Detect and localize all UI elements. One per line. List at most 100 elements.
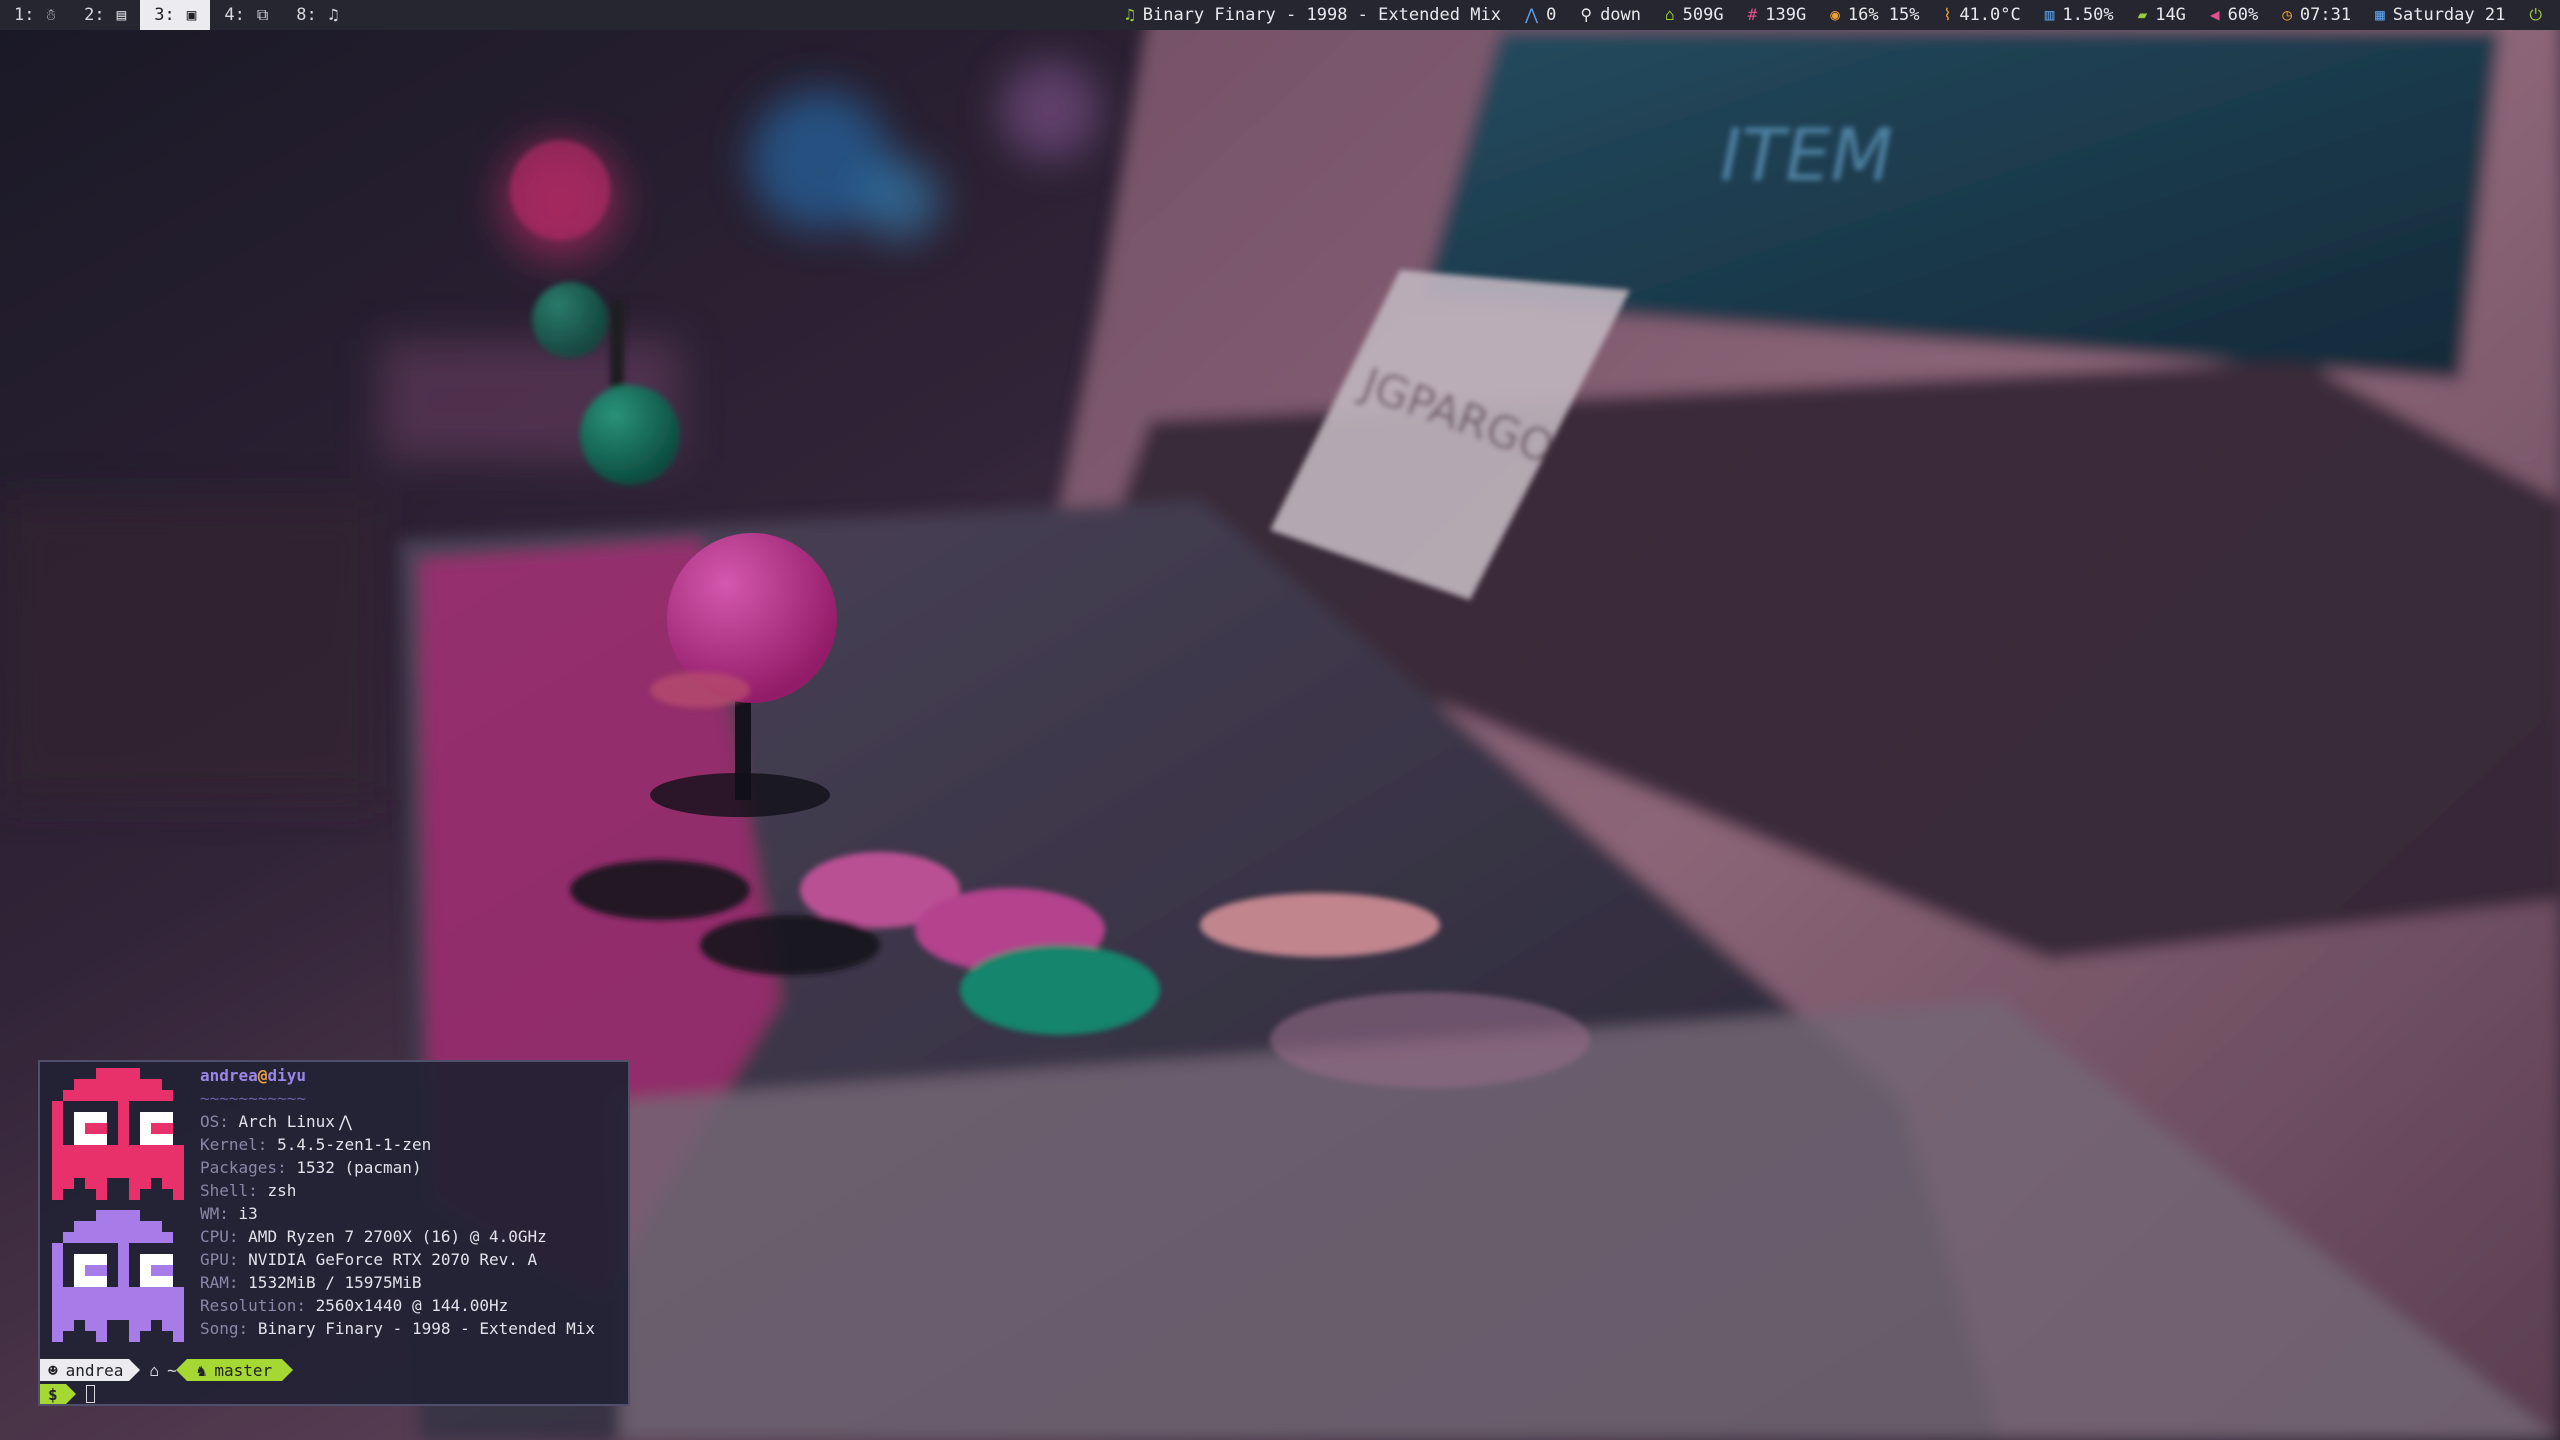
arch-icon: ⋀: [1524, 5, 1539, 24]
ghost-pixel: [52, 1167, 63, 1178]
disk-home-block[interactable]: # 139G: [1748, 0, 1807, 30]
info-cpu: CPU: AMD Ryzen 7 2700X (16) @ 4.0GHz: [200, 1225, 595, 1248]
date-block[interactable]: ▦ Saturday 21: [2375, 0, 2505, 30]
network-block[interactable]: ⚲ down: [1580, 0, 1641, 30]
ghost-pixel: [52, 1298, 63, 1309]
network-icon: ⚲: [1580, 5, 1593, 24]
clock-block[interactable]: ◷ 07:31: [2282, 0, 2351, 30]
username: andrea: [200, 1066, 258, 1085]
ghost-pixel: [52, 1243, 63, 1254]
ghost-ascii-logo: [52, 1068, 184, 1342]
workspace-number: 2:: [84, 5, 105, 25]
ghost-pixel: [151, 1254, 162, 1265]
ghost-pixel: [118, 1287, 129, 1298]
ghost-pixel: [140, 1320, 151, 1331]
ghost-pixel: [74, 1112, 85, 1123]
ghost-pixel: [85, 1276, 96, 1287]
ghost-pixel: [140, 1145, 151, 1156]
power-block[interactable]: ⏻: [2529, 0, 2550, 30]
ghost-pixel: [162, 1232, 173, 1243]
ghost-pixel: [107, 1210, 118, 1221]
ghost-pixel: [74, 1287, 85, 1298]
ghost-pixel: [52, 1265, 63, 1276]
ghost-pixel: [96, 1068, 107, 1079]
disk-home-free: 139G: [1765, 5, 1807, 25]
ghost-pixel: [140, 1167, 151, 1178]
ghost-pixel: [96, 1276, 107, 1287]
song-block[interactable]: ♫ Binary Finary - 1998 - Extended Mix: [1125, 0, 1501, 30]
workspace-8-button[interactable]: 8: ♫: [282, 0, 352, 30]
volume-block[interactable]: ◀ 60%: [2210, 0, 2258, 30]
volume-value: 60%: [2227, 5, 2259, 25]
ghost-pixel: [85, 1309, 96, 1320]
text-cursor: [85, 1385, 95, 1403]
ghost-pixel: [96, 1112, 107, 1123]
music-note-icon: ♫: [328, 5, 339, 24]
ghost-pixel: [173, 1309, 184, 1320]
memory-block[interactable]: ▰ 14G: [2138, 0, 2186, 30]
ghost-pixel: [52, 1309, 63, 1320]
ghost-pixel: [74, 1134, 85, 1145]
date-value: Saturday 21: [2392, 5, 2506, 25]
ghost-pixel: [173, 1156, 184, 1167]
workspace-number: 4:: [224, 5, 245, 25]
info-value: i3: [238, 1204, 258, 1223]
ghost-pixel: [173, 1145, 184, 1156]
cpu-usage: 16% 15%: [1847, 5, 1920, 25]
ghost-pixel: [129, 1189, 140, 1200]
ghost-pixel: [118, 1112, 129, 1123]
ghost-pixel: [140, 1276, 151, 1287]
ghost-pixel: [85, 1090, 96, 1101]
ghost-pixel: [151, 1112, 162, 1123]
info-key: OS:: [200, 1112, 229, 1131]
load-block[interactable]: ▥ 1.50%: [2045, 0, 2114, 30]
prompt-user-segment: ☻ andrea: [40, 1359, 141, 1381]
info-key: CPU:: [200, 1227, 239, 1246]
workspace-4-button[interactable]: 4: ⧉: [210, 0, 282, 30]
ghost-pixel: [96, 1145, 107, 1156]
ghost-pixel: [151, 1309, 162, 1320]
ghost-pixel: [151, 1287, 162, 1298]
ghost-pixel: [118, 1090, 129, 1101]
memory-icon: ▰: [2137, 5, 2148, 24]
ghost-pixel: [140, 1090, 151, 1101]
ghost-pixel: [85, 1265, 96, 1276]
ghost-pixel: [107, 1167, 118, 1178]
info-value: 1532MiB / 15975MiB: [248, 1273, 422, 1292]
ghost-pixel: [96, 1123, 107, 1134]
ghost-pixel: [162, 1298, 173, 1309]
workspace-2-button[interactable]: 2: ▤: [70, 0, 140, 30]
ghost-pixel: [85, 1156, 96, 1167]
ghost-pixel: [173, 1287, 184, 1298]
ghost-pixel: [118, 1101, 129, 1112]
info-value: zsh: [267, 1181, 297, 1200]
ghost-pixel: [151, 1276, 162, 1287]
updates-block[interactable]: ⋀ 0: [1525, 0, 1556, 30]
ghost-pixel: [107, 1079, 118, 1090]
info-key: WM:: [200, 1204, 229, 1223]
info-value: AMD Ryzen 7 2700X (16) @ 4.0GHz: [248, 1227, 547, 1246]
ghost-pixel: [162, 1090, 173, 1101]
disk-root-block[interactable]: ⌂ 509G: [1665, 0, 1724, 30]
temperature-block[interactable]: ⌇ 41.0°C: [1944, 0, 2021, 30]
ghost-pixel: [118, 1210, 129, 1221]
info-value: Binary Finary - 1998 - Extended Mix: [257, 1319, 595, 1338]
network-status: down: [1600, 5, 1642, 25]
workspace-1-button[interactable]: 1: ☃: [0, 0, 70, 30]
ghost-pixel: [118, 1232, 129, 1243]
ghost-pixel: [85, 1232, 96, 1243]
ghost-pixel: [107, 1309, 118, 1320]
ghost-pixel: [107, 1156, 118, 1167]
user-icon: ☻: [48, 1360, 58, 1380]
ghost-pixel: [162, 1112, 173, 1123]
thermometer-icon: ⌇: [1943, 5, 1952, 24]
cpu-block[interactable]: ◉ 16% 15%: [1830, 0, 1919, 30]
clock-time: 07:31: [2299, 5, 2352, 25]
separator-line: ~~~~~~~~~~~: [200, 1089, 306, 1108]
ghost-pixel: [140, 1112, 151, 1123]
workspace-3-button[interactable]: 3: ▣: [140, 0, 211, 30]
ghost-pixel: [118, 1134, 129, 1145]
ghost-pixel: [129, 1331, 140, 1342]
command-line[interactable]: $: [40, 1384, 95, 1404]
terminal-window[interactable]: andrea@diyu ~~~~~~~~~~~ OS: Arch Linux ⋀ …: [38, 1060, 630, 1406]
